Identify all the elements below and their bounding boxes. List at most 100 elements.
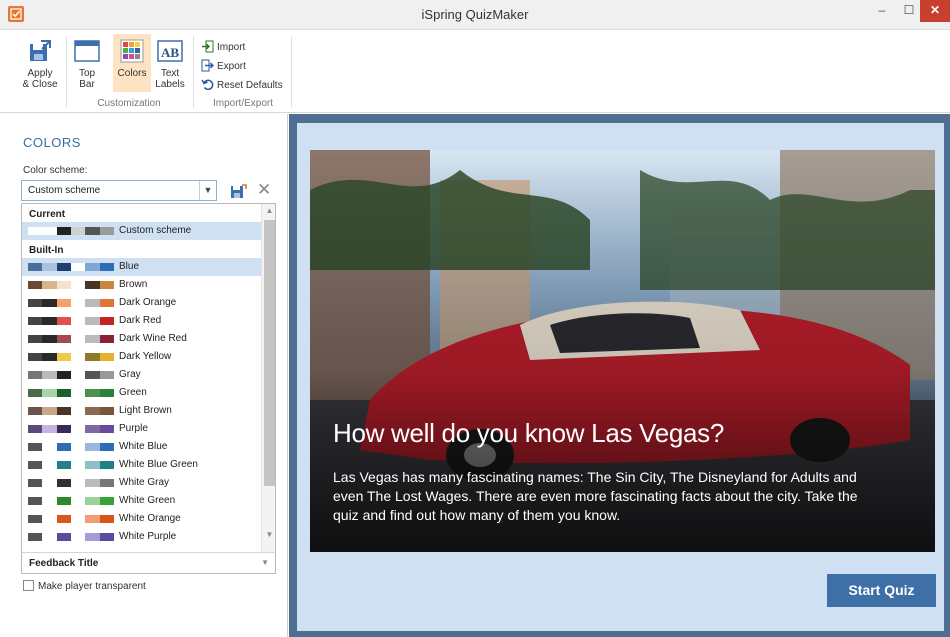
color-swatch <box>99 461 114 469</box>
color-swatch <box>28 371 43 379</box>
color-swatch <box>28 335 43 343</box>
color-swatch <box>85 479 100 487</box>
scheme-item-dark-orange[interactable]: Dark Orange <box>22 294 261 312</box>
color-swatch <box>56 479 71 487</box>
import-export-group-label: Import/Export <box>212 98 274 109</box>
scheme-name: White Gray <box>119 477 170 488</box>
color-swatch <box>28 227 43 235</box>
color-swatch <box>70 389 86 397</box>
color-swatch <box>85 515 100 523</box>
scheme-name: Blue <box>119 261 140 272</box>
color-swatch <box>85 263 100 271</box>
scheme-item-green[interactable]: Green <box>22 384 261 402</box>
scheme-item-dark-wine-red[interactable]: Dark Wine Red <box>22 330 261 348</box>
current-scheme-item[interactable]: Custom scheme <box>22 222 261 240</box>
customization-group-label: Customization <box>97 98 161 109</box>
reset-defaults-button[interactable]: Reset Defaults <box>201 78 283 94</box>
color-scheme-select[interactable]: Custom scheme ▼ <box>21 180 217 201</box>
import-button[interactable]: Import <box>201 40 245 56</box>
maximize-button[interactable]: ☐ <box>895 0 923 22</box>
make-transparent-option[interactable]: Make player transparent <box>23 580 146 593</box>
apply-close-label-1: Apply <box>27 68 53 79</box>
scheme-item-dark-red[interactable]: Dark Red <box>22 312 261 330</box>
color-swatch <box>85 461 100 469</box>
feedback-title-section[interactable]: Feedback Title ▼ <box>21 552 276 574</box>
quiz-headline: How well do you know Las Vegas? <box>333 418 725 448</box>
color-swatch <box>42 533 57 541</box>
export-icon <box>201 59 214 72</box>
color-swatch <box>99 425 114 433</box>
color-swatch <box>85 443 100 451</box>
color-swatch <box>85 281 100 289</box>
color-scheme-dropdown-list[interactable]: Current Built-In Custom scheme Blue Brown D… <box>21 203 276 572</box>
start-quiz-button[interactable]: Start Quiz <box>827 574 936 607</box>
color-swatch <box>42 317 57 325</box>
color-swatch <box>28 443 43 451</box>
color-swatch <box>99 263 114 271</box>
scheme-name: Dark Red <box>119 315 162 326</box>
scheme-item-blue[interactable]: Blue <box>22 258 261 276</box>
delete-scheme-icon[interactable]: ✕ <box>257 181 271 198</box>
top-bar-button[interactable]: Top Bar <box>72 38 102 90</box>
transparent-label: Make player transparent <box>38 581 146 593</box>
window-title: iSpring QuizMaker <box>421 7 529 22</box>
color-swatch <box>56 371 71 379</box>
chevron-down-icon[interactable]: ▼ <box>199 181 216 200</box>
built-in-section-header: Built-In <box>29 245 64 256</box>
scheme-name: White Orange <box>119 513 181 524</box>
scheme-item-purple[interactable]: Purple <box>22 420 261 438</box>
color-swatch <box>70 371 86 379</box>
color-swatch <box>70 335 86 343</box>
color-swatches <box>28 263 114 271</box>
scheme-name: Green <box>119 387 147 398</box>
close-button[interactable]: ✕ <box>920 0 950 22</box>
color-swatch <box>85 371 100 379</box>
scheme-name: Custom scheme <box>119 225 192 236</box>
scheme-item-white-gray[interactable]: White Gray <box>22 474 261 492</box>
scheme-item-dark-yellow[interactable]: Dark Yellow <box>22 348 261 366</box>
color-swatch <box>42 479 57 487</box>
scheme-item-light-brown[interactable]: Light Brown <box>22 402 261 420</box>
scheme-name: Purple <box>119 423 148 434</box>
scheme-name: Gray <box>119 369 141 380</box>
color-swatch <box>99 335 114 343</box>
color-swatch <box>42 281 57 289</box>
color-swatch <box>70 407 86 415</box>
feedback-title-label: Feedback Title <box>29 558 99 569</box>
scroll-down-icon[interactable]: ▼ <box>262 530 275 539</box>
scheme-item-white-purple[interactable]: White Purple <box>22 528 261 546</box>
color-swatch <box>99 299 114 307</box>
color-swatches <box>28 281 114 289</box>
text-labels-button[interactable]: AB Text Labels <box>154 38 186 90</box>
color-swatch <box>42 353 57 361</box>
color-swatch <box>42 461 57 469</box>
color-swatch <box>85 335 100 343</box>
color-swatch <box>28 389 43 397</box>
color-swatch <box>42 263 57 271</box>
color-swatch <box>85 533 100 541</box>
scheme-item-gray[interactable]: Gray <box>22 366 261 384</box>
scheme-item-white-orange[interactable]: White Orange <box>22 510 261 528</box>
scheme-item-white-blue[interactable]: White Blue <box>22 438 261 456</box>
scroll-up-icon[interactable]: ▲ <box>262 206 275 215</box>
color-swatch <box>56 533 71 541</box>
chevron-down-icon[interactable]: ▼ <box>261 558 269 567</box>
color-swatch <box>70 443 86 451</box>
player-preview: How well do you know Las Vegas? Las Vega… <box>289 114 950 637</box>
apply-close-button[interactable]: Apply & Close <box>22 38 58 90</box>
dropdown-scrollbar[interactable]: ▲ ▼ <box>261 204 275 571</box>
color-swatch <box>99 317 114 325</box>
colors-button[interactable]: Colors <box>113 34 151 92</box>
color-swatch <box>42 515 57 523</box>
transparent-checkbox[interactable] <box>23 580 34 591</box>
minimize-button[interactable]: – <box>868 0 896 22</box>
scheme-item-white-green[interactable]: White Green <box>22 492 261 510</box>
color-swatch <box>56 515 71 523</box>
scheme-item-brown[interactable]: Brown <box>22 276 261 294</box>
save-scheme-icon[interactable] <box>231 184 247 199</box>
color-swatch <box>99 533 114 541</box>
text-labels-label-1: Text <box>160 68 180 79</box>
export-button[interactable]: Export <box>201 59 246 75</box>
scheme-item-white-blue-green[interactable]: White Blue Green <box>22 456 261 474</box>
scrollbar-thumb[interactable] <box>264 220 275 486</box>
